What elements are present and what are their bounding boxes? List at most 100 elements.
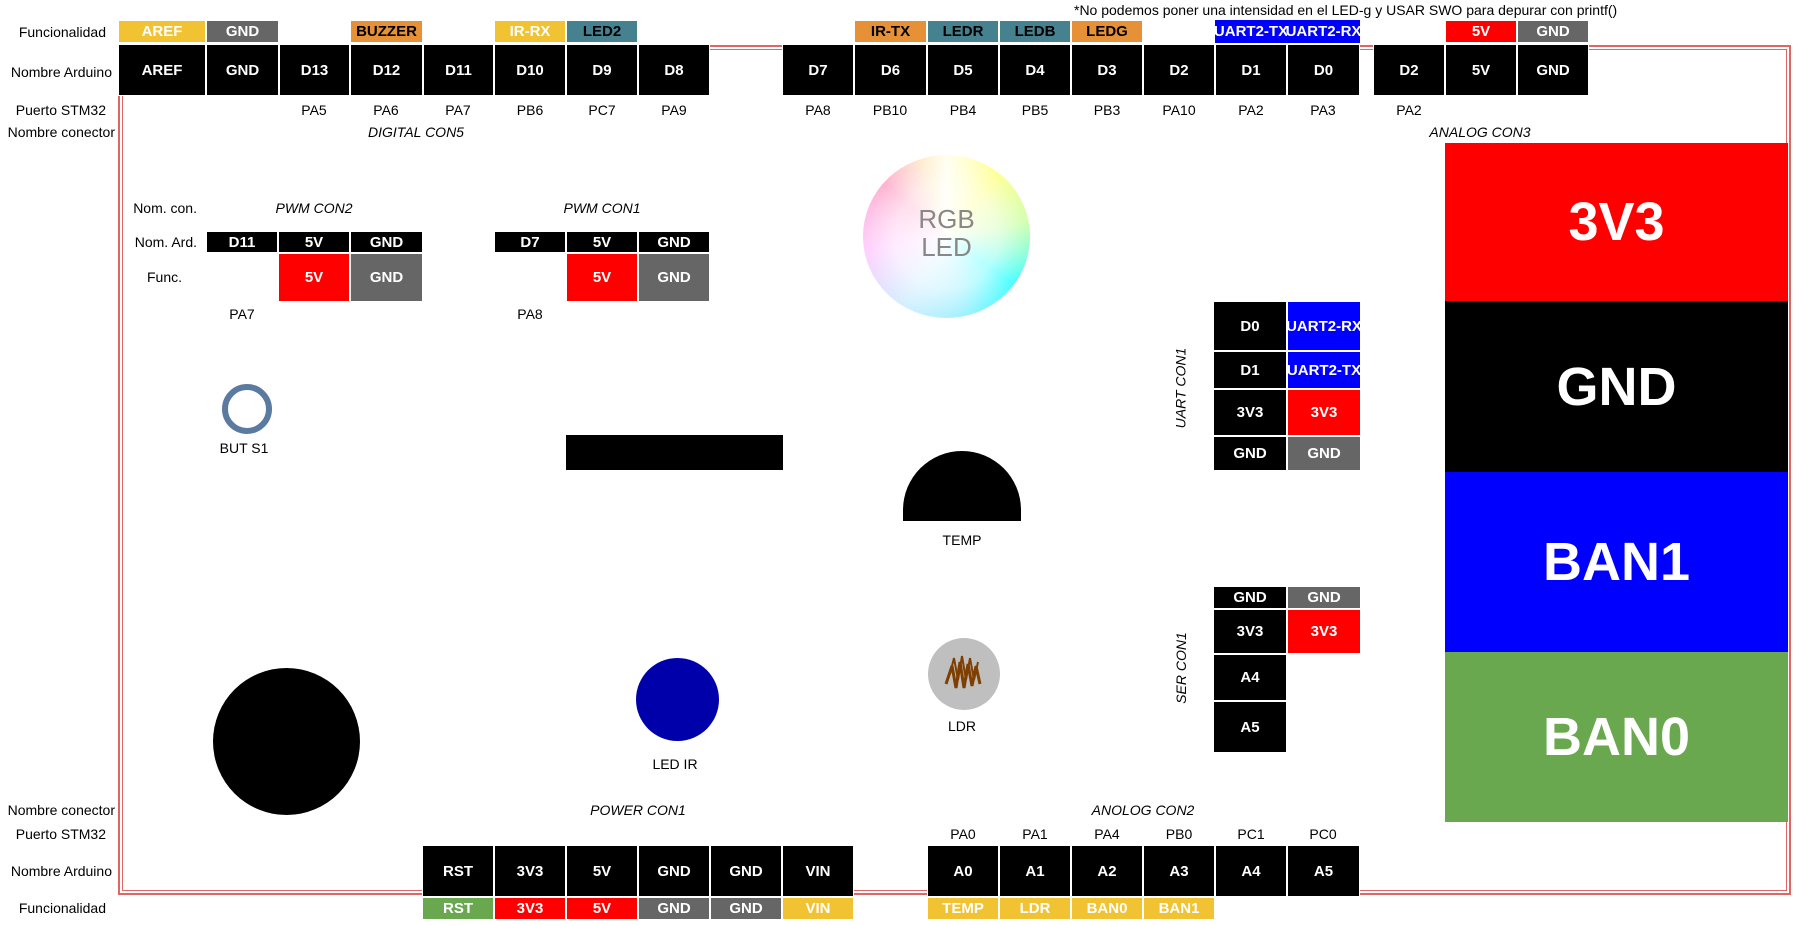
top-port-pb10: PB10 <box>872 102 908 118</box>
top-func-ledg: LEDG <box>1071 20 1143 43</box>
top-pin-d13: D13 <box>279 44 350 96</box>
uart-func-3v3: 3V3 <box>1287 389 1361 436</box>
uart-pin-3v3: 3V3 <box>1213 389 1287 436</box>
top-port-pa5: PA5 <box>301 102 327 118</box>
pwm-con2-pin-gnd: GND <box>350 231 423 253</box>
bottom-pin-rst: RST <box>422 845 494 897</box>
pwm-label-nom-ard: Nom. Ard. <box>134 234 197 250</box>
top-pin-d6: D6 <box>854 44 927 96</box>
top-port-pa10: PA10 <box>1162 102 1196 118</box>
analog3-block-ban1: BAN1 <box>1445 472 1788 652</box>
bottom-pin-a1: A1 <box>999 845 1071 897</box>
bottom-port-pc0: PC0 <box>1309 826 1337 842</box>
row-label-nombre-arduino-bottom: Nombre Arduino <box>10 863 112 879</box>
connector-name-power-con1: POWER CON1 <box>590 802 686 818</box>
top-pin-gnd-right: GND <box>1517 44 1589 96</box>
top-port-pa7: PA7 <box>445 102 471 118</box>
ldr-zigzag-icon <box>944 655 982 689</box>
bottom-port-pa1: PA1 <box>1022 826 1048 842</box>
top-pin-d9: D9 <box>566 44 638 96</box>
bottom-pin-vin: VIN <box>782 845 854 897</box>
top-func-ir-rx: IR-RX <box>494 20 566 43</box>
row-label-nombre-arduino: Nombre Arduino <box>10 64 112 80</box>
top-pin-d2: D2 <box>1143 44 1215 96</box>
top-pin-d0: D0 <box>1287 44 1360 96</box>
bottom-port-pa0: PA0 <box>950 826 976 842</box>
analog3-block-gnd: GND <box>1445 301 1788 472</box>
pwm-con1-func-5v: 5V <box>566 253 638 302</box>
pwm-con1-pin-d7: D7 <box>494 231 566 253</box>
top-func-5v: 5V <box>1445 20 1517 43</box>
top-port-pc7: PC7 <box>588 102 616 118</box>
display-block <box>566 435 783 470</box>
analog3-block-3v3: 3V3 <box>1445 143 1788 301</box>
bottom-pin-a2: A2 <box>1071 845 1143 897</box>
top-func-gnd-right: GND <box>1517 20 1589 43</box>
top-pin-d3: D3 <box>1071 44 1143 96</box>
top-port-pa8: PA8 <box>805 102 831 118</box>
bottom-func-5v: 5V <box>566 897 638 920</box>
top-func-uart2-rx: UART2-RX <box>1286 20 1361 43</box>
top-port-pb4: PB4 <box>949 102 977 118</box>
top-port-pb5: PB5 <box>1021 102 1049 118</box>
ser-con1-name: SER CON1 <box>1172 632 1189 704</box>
rgb-led-label-line2: LED <box>921 232 972 262</box>
bottom-func-gnd-1: GND <box>638 897 710 920</box>
ser-pin-gnd: GND <box>1213 586 1287 609</box>
top-pin-d2-right: D2 <box>1373 44 1445 96</box>
top-pin-d10: D10 <box>494 44 566 96</box>
top-func-ledr: LEDR <box>927 20 999 43</box>
pwm-con1-pin-gnd: GND <box>638 231 710 253</box>
rgb-led: RGB LED <box>863 155 1030 318</box>
top-port-pa2-right: PA2 <box>1396 102 1422 118</box>
bottom-pin-5v: 5V <box>566 845 638 897</box>
row-label-funcionalidad-bottom: Funcionalidad <box>18 900 106 916</box>
bottom-pin-a4: A4 <box>1215 845 1287 897</box>
top-port-pb6: PB6 <box>516 102 544 118</box>
row-label-nombre-conector: Nombre conector <box>7 124 115 140</box>
bottom-port-pa4: PA4 <box>1094 826 1120 842</box>
connector-name-analog-con2: ANOLOG CON2 <box>1091 802 1195 818</box>
top-func-ledb: LEDB <box>999 20 1071 43</box>
top-func-buzzer: BUZZER <box>350 20 423 43</box>
uart-con1-name: UART CON1 <box>1172 347 1189 429</box>
uart-pin-gnd: GND <box>1213 436 1287 471</box>
pwm-con2-pin-d11: D11 <box>206 231 278 253</box>
ser-func-gnd: GND <box>1287 586 1361 609</box>
top-pin-d11: D11 <box>423 44 494 96</box>
top-func-ir-tx: IR-TX <box>854 20 927 43</box>
row-label-nombre-conector-bottom: Nombre conector <box>7 802 115 818</box>
pwm-con2-func-gnd: GND <box>350 253 423 302</box>
top-port-pa2: PA2 <box>1238 102 1264 118</box>
pwm-con2-pin-5v: 5V <box>278 231 350 253</box>
ldr-label: LDR <box>947 718 977 734</box>
top-func-uart2-tx: UART2-TX <box>1214 20 1288 43</box>
top-pin-d8: D8 <box>638 44 710 96</box>
uart-func-gnd: GND <box>1287 436 1361 471</box>
bottom-func-gnd-2: GND <box>710 897 782 920</box>
top-pin-d5: D5 <box>927 44 999 96</box>
button-s1-label: BUT S1 <box>219 440 269 456</box>
bottom-func-vin: VIN <box>782 897 854 920</box>
top-pin-gnd: GND <box>206 44 279 96</box>
pwm-label-nom-con: Nom. con. <box>133 200 197 216</box>
uart-func-rx: UART2-RX <box>1286 301 1362 351</box>
bottom-func-ldr: LDR <box>999 897 1071 920</box>
top-port-pa9: PA9 <box>661 102 687 118</box>
bottom-func-temp: TEMP <box>927 897 999 920</box>
row-label-puerto-stm32-bottom: Puerto STM32 <box>15 826 106 842</box>
pwm-con1-port: PA8 <box>517 306 543 322</box>
top-pin-d12: D12 <box>350 44 423 96</box>
uart-pin-d0: D0 <box>1213 301 1287 351</box>
pwm-con2-port: PA7 <box>229 306 255 322</box>
top-pin-aref: AREF <box>118 44 206 96</box>
button-s1 <box>222 384 272 434</box>
connector-name-analog-con3: ANALOG CON3 <box>1429 124 1531 140</box>
led-ir-label: LED IR <box>652 756 698 772</box>
bottom-pin-gnd-1: GND <box>638 845 710 897</box>
top-func-gnd: GND <box>206 20 279 43</box>
bottom-pin-a3: A3 <box>1143 845 1215 897</box>
bottom-pin-a0: A0 <box>927 845 999 897</box>
ser-pin-a4: A4 <box>1213 654 1287 701</box>
pwm-con2-func-5v: 5V <box>278 253 350 302</box>
